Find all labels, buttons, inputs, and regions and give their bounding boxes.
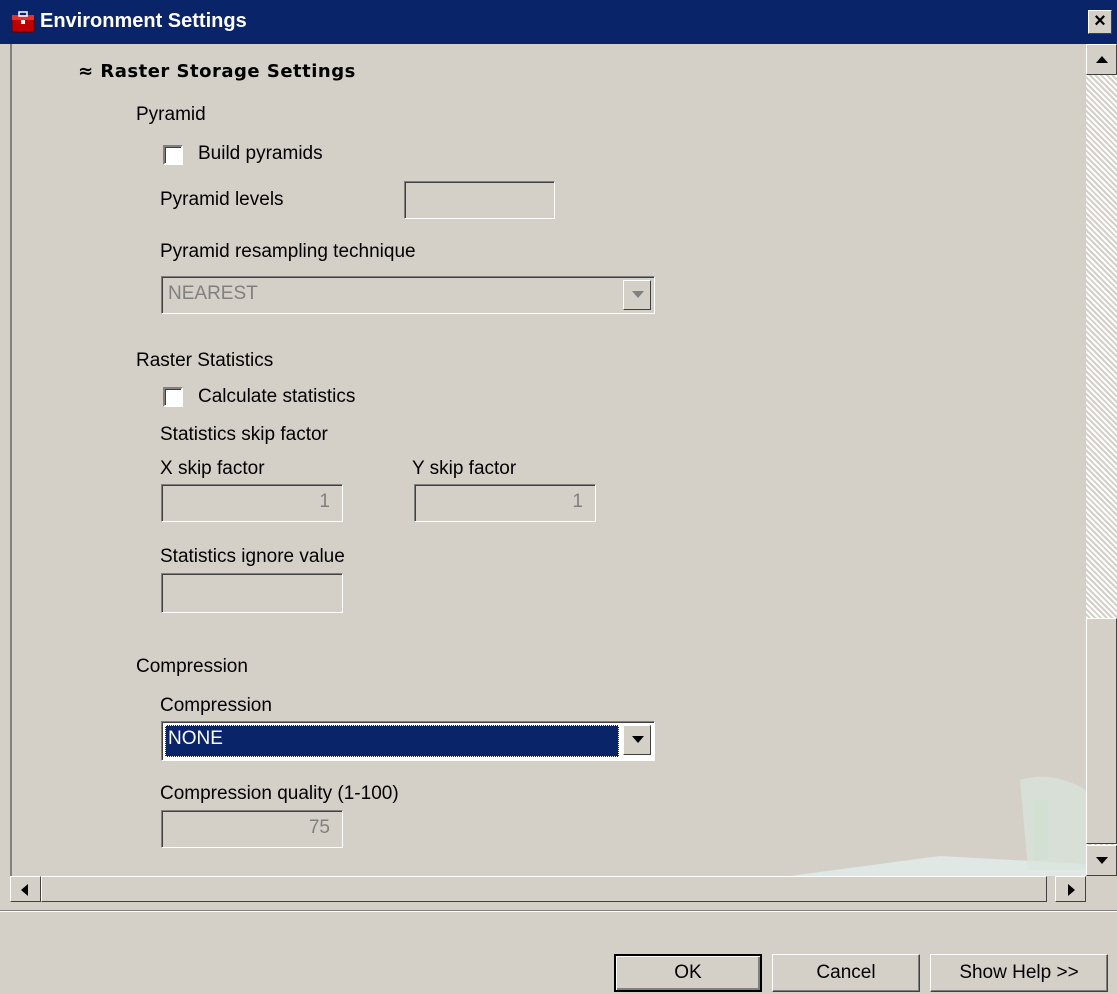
- background-watermark: [790, 776, 1086, 876]
- selection-highlight: [165, 725, 619, 757]
- pyramid-levels-label: Pyramid levels: [160, 189, 284, 210]
- toolbox-icon: [11, 11, 35, 33]
- y-skip-factor-label: Y skip factor: [412, 458, 517, 479]
- calculate-statistics-label: Calculate statistics: [198, 386, 356, 407]
- arrow-down-icon: [1096, 857, 1108, 864]
- close-button[interactable]: ×: [1088, 10, 1112, 34]
- vertical-scrollbar[interactable]: [1086, 44, 1117, 876]
- title-bar: Environment Settings ×: [0, 0, 1117, 44]
- x-skip-factor-input[interactable]: 1: [161, 484, 343, 522]
- y-skip-factor-input[interactable]: 1: [414, 484, 596, 522]
- compression-group-label: Compression: [136, 656, 248, 677]
- dropdown-button[interactable]: [623, 280, 651, 310]
- statistics-ignore-value-input[interactable]: [161, 573, 343, 613]
- vertical-scroll-thumb[interactable]: [1086, 618, 1117, 844]
- compression-type-label: Compression: [160, 695, 272, 716]
- raster-statistics-group-label: Raster Statistics: [136, 350, 274, 371]
- build-pyramids-label: Build pyramids: [198, 143, 323, 164]
- pyramid-group-label: Pyramid: [136, 104, 206, 125]
- cancel-button[interactable]: Cancel: [772, 954, 920, 992]
- scroll-right-button[interactable]: [1055, 876, 1086, 902]
- scroll-down-button[interactable]: [1086, 845, 1117, 876]
- compression-type-value: NONE: [168, 728, 223, 749]
- build-pyramids-checkbox[interactable]: [163, 145, 183, 165]
- compression-quality-label: Compression quality (1-100): [160, 783, 399, 804]
- dropdown-button[interactable]: [623, 725, 651, 755]
- scroll-left-button[interactable]: [10, 876, 41, 902]
- chevron-down-icon: [632, 291, 644, 298]
- calculate-statistics-checkbox[interactable]: [163, 387, 183, 407]
- compression-type-select[interactable]: NONE: [161, 721, 655, 761]
- x-skip-factor-label: X skip factor: [160, 458, 265, 479]
- scroll-corner: [1086, 876, 1117, 902]
- separator: [0, 910, 1117, 912]
- horizontal-scroll-thumb[interactable]: [41, 876, 1047, 902]
- arrow-left-icon: [21, 884, 28, 896]
- pyramid-resampling-label: Pyramid resampling technique: [160, 241, 416, 262]
- pyramid-resampling-select[interactable]: NEAREST: [161, 276, 655, 314]
- collapse-icon[interactable]: ≈: [78, 61, 94, 82]
- window-title: Environment Settings: [40, 10, 247, 32]
- pyramid-resampling-value: NEAREST: [168, 283, 258, 304]
- chevron-down-icon: [632, 736, 644, 743]
- pyramid-levels-input[interactable]: [404, 181, 555, 219]
- statistics-ignore-value-label: Statistics ignore value: [160, 546, 345, 567]
- scroll-up-button[interactable]: [1086, 44, 1117, 75]
- compression-quality-input[interactable]: 75: [161, 810, 343, 848]
- section-header[interactable]: ≈ Raster Storage Settings: [78, 61, 356, 82]
- horizontal-scrollbar[interactable]: [10, 876, 1086, 902]
- show-help-button[interactable]: Show Help >>: [930, 954, 1108, 992]
- arrow-right-icon: [1068, 884, 1075, 896]
- section-title: Raster Storage Settings: [100, 61, 356, 82]
- ok-button[interactable]: OK: [614, 954, 762, 992]
- arrow-up-icon: [1096, 56, 1108, 63]
- statistics-skip-factor-label: Statistics skip factor: [160, 424, 328, 445]
